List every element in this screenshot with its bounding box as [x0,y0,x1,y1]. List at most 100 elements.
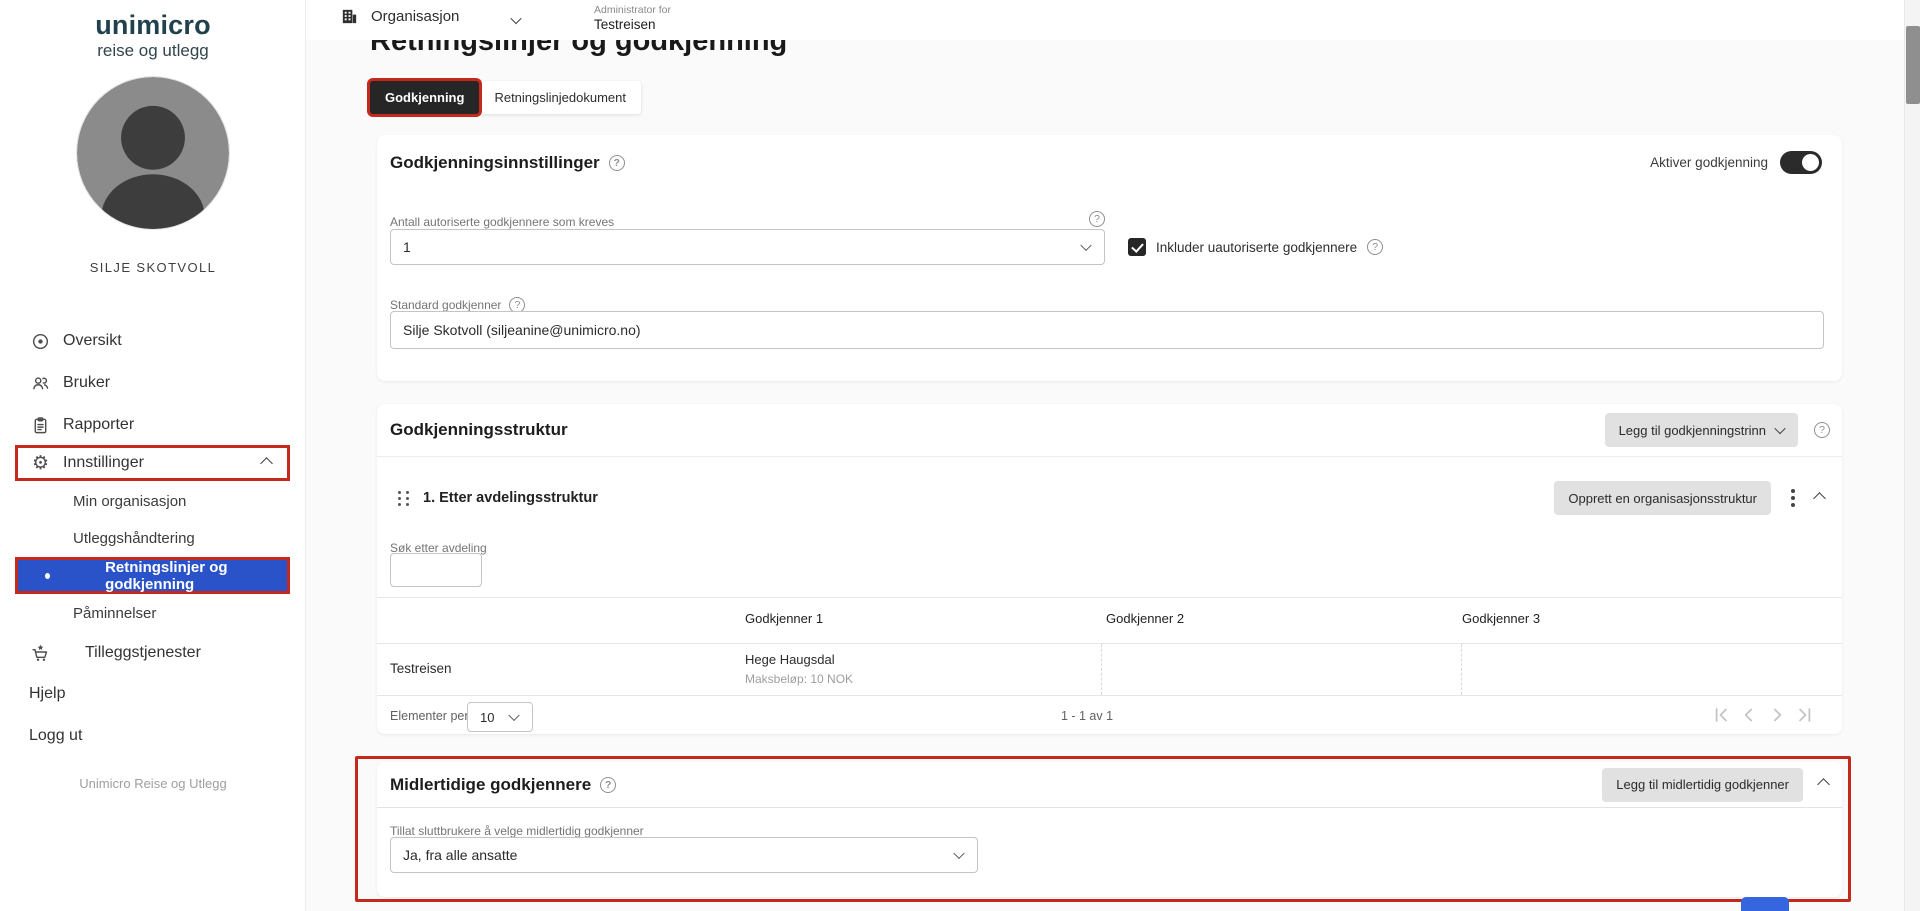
drag-handle-icon[interactable] [398,491,410,506]
sidebar-item-bruker[interactable]: Bruker [0,364,306,402]
scrollbar-thumb[interactable] [1906,26,1920,104]
sidebar-subitem-label: Påminnelser [73,605,156,622]
sidebar-subitem-label: Utleggshåndtering [73,530,195,547]
approval-structure-card: Godkjenningsstruktur Legg til godkjennin… [377,404,1842,734]
sidebar-item-oversikt[interactable]: Oversikt [0,322,306,360]
tab-bar: Godkjenning Retningslinjedokument [370,81,641,114]
help-icon[interactable] [1814,422,1830,438]
sidebar-item-logg-ut[interactable]: Logg ut [0,717,306,755]
table-row-department[interactable]: Testreisen [390,661,452,676]
sidebar-item-tilleggstjenester[interactable]: Tilleggstjenester [0,634,306,672]
pagination-range-label: 1 - 1 av 1 [1027,709,1147,723]
activate-approval-toggle[interactable] [1780,151,1822,174]
table-row-approver1[interactable]: Hege Haugsdal [745,652,835,667]
required-approvers-label: Antall autoriserte godkjennere som kreve… [390,215,614,229]
tab-godkjenning[interactable]: Godkjenning [370,81,479,114]
sidebar-item-innstillinger[interactable]: ⚙ Innstillinger [15,445,290,481]
column-separator [1101,644,1102,695]
chevron-down-icon [1080,240,1091,251]
approval-settings-card: Godkjenningsinnstillinger Aktiver godkje… [377,135,1842,381]
kebab-menu-icon[interactable] [1789,487,1797,509]
help-icon[interactable] [609,155,625,171]
administrator-role-label: Administrator for [594,4,671,16]
table-divider [377,597,1842,598]
sidebar-subitem-paminnelser[interactable]: Påminnelser [0,595,306,631]
brand-logo: unimicro reise og utlegg [0,10,306,61]
approval-settings-title: Godkjenningsinnstillinger [390,153,625,173]
allow-temporary-select[interactable]: Ja, fra alle ansatte [390,837,978,873]
building-icon [340,7,359,26]
include-unauthorized-checkbox[interactable] [1128,238,1146,256]
organisation-switcher[interactable]: Organisasjon [340,7,459,26]
next-page-icon[interactable] [1766,704,1788,726]
main-content: Retningslinjer og godkjenning Organisasj… [306,0,1920,911]
approval-step-row: 1. Etter avdelingsstruktur Opprett en or… [377,476,1842,520]
gear-icon: ⚙ [31,454,50,473]
collapse-step-icon[interactable] [1813,492,1826,505]
chat-widget-fragment[interactable] [1741,897,1789,911]
first-page-icon[interactable] [1710,704,1732,726]
table-header-godkjenner-3: Godkjenner 3 [1462,611,1540,626]
search-department-input[interactable] [390,553,482,587]
active-bullet-icon [45,573,50,579]
sidebar-item-hjelp[interactable]: Hjelp [0,675,306,713]
sidebar-item-label: Oversikt [63,332,122,350]
sidebar-subitem-min-organisasjon[interactable]: Min organisasjon [0,483,306,519]
reports-icon [31,416,50,435]
sidebar-item-label: Tilleggstjenester [85,644,201,662]
allow-temporary-label: Tillat sluttbrukere å velge midlertidig … [390,824,644,838]
collapse-section-icon[interactable] [1817,778,1830,791]
activate-approval-label: Aktiver godkjenning [1650,155,1768,170]
table-divider [377,643,1842,644]
approval-step-title: 1. Etter avdelingsstruktur [423,490,598,506]
overview-icon [31,332,50,351]
chevron-down-icon [953,848,964,859]
approval-structure-title: Godkjenningsstruktur [390,420,568,440]
sidebar-subitem-label: Min organisasjon [73,493,186,510]
user-display-name: SILJE SKOTVOLL [0,260,306,275]
include-unauthorized-label: Inkluder uautoriserte godkjennere [1156,240,1357,255]
sidebar-item-label: Hjelp [29,685,65,703]
sidebar-subitem-label: Retningslinjer og godkjenning [105,559,287,593]
table-row-approver1-note: Maksbeløp: 10 NOK [745,672,853,686]
table-divider [377,695,1842,696]
previous-page-icon[interactable] [1738,704,1760,726]
sidebar-item-label: Bruker [63,374,110,392]
toggle-knob [1802,154,1819,171]
sidebar-footer: Unimicro Reise og Utlegg [0,776,306,791]
help-icon[interactable] [600,777,616,793]
add-approval-step-button[interactable]: Legg til godkjenningstrinn [1605,413,1798,447]
sidebar-subitem-retningslinjer-active[interactable]: Retningslinjer og godkjenning [15,557,290,594]
temporary-approvers-card: Midlertidige godkjennere Legg til midler… [377,762,1842,897]
sidebar-item-label: Rapporter [63,416,134,434]
administrator-context: Administrator for Testreisen [594,4,671,32]
chevron-down-icon [508,710,519,721]
chevron-down-icon[interactable] [510,13,521,24]
default-approver-input[interactable] [390,311,1824,349]
items-per-page-select[interactable]: 10 [467,702,533,732]
add-temporary-approver-button[interactable]: Legg til midlertidig godkjenner [1602,768,1803,802]
annotation-highlight-box: Midlertidige godkjennere Legg til midler… [355,756,1851,902]
column-separator [1461,644,1462,695]
cart-star-icon [31,644,50,663]
avatar [77,77,229,229]
sidebar: unimicro reise og utlegg SILJE SKOTVOLL … [0,0,306,911]
tab-retningslinjedokument[interactable]: Retningslinjedokument [479,81,641,114]
temporary-approvers-title: Midlertidige godkjennere [390,775,616,795]
pagination-bar: Elementer per side: 10 1 - 1 av 1 [377,700,1842,734]
include-unauthorized-row: Inkluder uautoriserte godkjennere [1128,238,1383,256]
help-icon[interactable] [1367,239,1383,255]
last-page-icon[interactable] [1794,704,1816,726]
vertical-scrollbar[interactable] [1904,0,1920,911]
sidebar-item-label: Logg ut [29,727,82,745]
help-icon[interactable] [1089,211,1105,227]
chevron-down-icon [1774,423,1785,434]
users-icon [31,374,50,393]
sidebar-item-rapporter[interactable]: Rapporter [0,406,306,444]
table-header-godkjenner-1: Godkjenner 1 [745,611,823,626]
brand-name: unimicro [0,10,306,41]
create-org-structure-button[interactable]: Opprett en organisasjonsstruktur [1554,481,1771,515]
table-header-godkjenner-2: Godkjenner 2 [1106,611,1184,626]
sidebar-subitem-utleggshandtering[interactable]: Utleggshåndtering [0,520,306,556]
required-approvers-select[interactable]: 1 [390,229,1105,265]
